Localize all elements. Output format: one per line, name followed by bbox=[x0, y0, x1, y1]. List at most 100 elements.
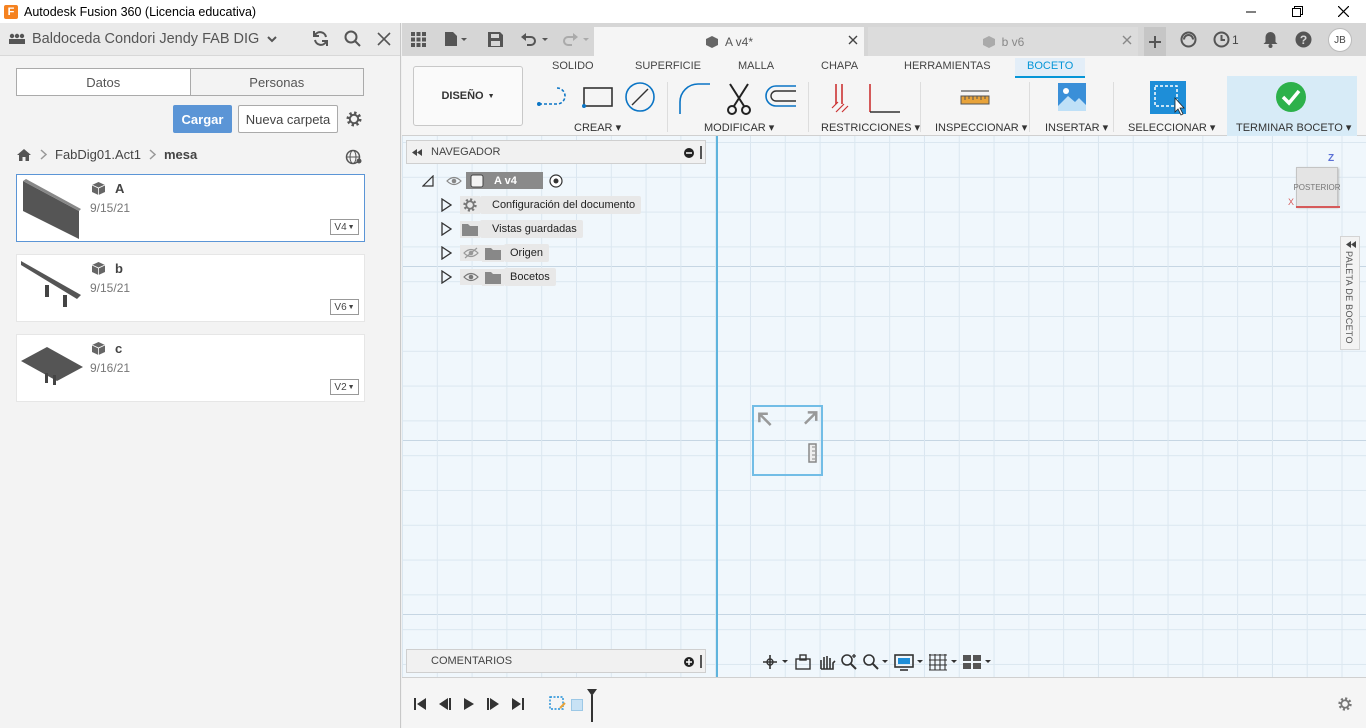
app-grid-icon[interactable] bbox=[411, 32, 426, 47]
fix-constraint-icon[interactable] bbox=[830, 82, 854, 114]
offset-icon[interactable] bbox=[762, 84, 798, 110]
tree-collapsed-icon[interactable] bbox=[440, 246, 452, 260]
group-inspeccionar[interactable]: INSPECCIONAR ▾ bbox=[935, 121, 1027, 134]
orbit-icon[interactable] bbox=[762, 654, 790, 670]
insert-image-icon[interactable] bbox=[1057, 82, 1087, 112]
home-icon[interactable] bbox=[16, 148, 32, 162]
scale-handle-icon[interactable] bbox=[808, 443, 817, 463]
group-insertar[interactable]: INSERTAR ▾ bbox=[1045, 121, 1108, 134]
close-window-button[interactable] bbox=[1320, 0, 1366, 23]
group-seleccionar[interactable]: SELECCIONAR ▾ bbox=[1128, 121, 1215, 134]
save-icon[interactable] bbox=[488, 32, 503, 47]
undo-icon[interactable] bbox=[520, 31, 550, 47]
grid-snaps-icon[interactable] bbox=[928, 653, 958, 671]
measure-ruler-icon[interactable] bbox=[960, 88, 990, 106]
panel-grip[interactable] bbox=[700, 146, 702, 159]
version-dropdown[interactable]: V2 ▼ bbox=[330, 379, 359, 395]
settings-gear-icon[interactable] bbox=[345, 110, 363, 128]
tab-herramientas[interactable]: HERRAMIENTAS bbox=[904, 60, 991, 72]
expand-left-icon[interactable] bbox=[1345, 240, 1357, 249]
comments-panel-header[interactable]: COMENTARIOS bbox=[406, 649, 706, 673]
tree-collapsed-icon[interactable] bbox=[440, 198, 452, 212]
group-modificar[interactable]: MODIFICAR ▾ bbox=[704, 121, 774, 134]
tab-boceto[interactable]: BOCETO bbox=[1015, 58, 1086, 78]
look-at-icon[interactable] bbox=[794, 654, 812, 670]
nav-item-saved-views[interactable]: Vistas guardadas bbox=[440, 220, 583, 238]
new-tab-icon[interactable] bbox=[1144, 27, 1166, 56]
collapse-left-icon[interactable] bbox=[411, 148, 423, 157]
help-icon[interactable]: ? bbox=[1295, 31, 1312, 48]
play-icon[interactable] bbox=[462, 697, 476, 711]
file-menu-icon[interactable] bbox=[444, 31, 468, 47]
minimize-panel-icon[interactable] bbox=[684, 148, 694, 158]
notifications-bell-icon[interactable] bbox=[1263, 31, 1278, 48]
sketch-selection-box[interactable] bbox=[752, 405, 823, 476]
add-comment-icon[interactable] bbox=[684, 657, 694, 667]
go-to-start-icon[interactable] bbox=[413, 697, 427, 711]
sketch-feature-icon[interactable] bbox=[548, 694, 568, 714]
feature-placeholder[interactable] bbox=[571, 699, 583, 711]
resize-handle-icon[interactable] bbox=[803, 409, 821, 427]
version-dropdown[interactable]: V6 ▼ bbox=[330, 299, 359, 315]
tab-solido[interactable]: SOLIDO bbox=[552, 60, 594, 72]
step-back-icon[interactable] bbox=[438, 697, 452, 711]
file-card-c[interactable]: c 9/16/21 V2 ▼ bbox=[16, 334, 365, 402]
user-avatar[interactable]: JB bbox=[1328, 28, 1352, 52]
tab-personas[interactable]: Personas bbox=[189, 69, 363, 95]
tab-superficie[interactable]: SUPERFICIE bbox=[635, 60, 701, 72]
step-forward-icon[interactable] bbox=[486, 697, 500, 711]
breadcrumb-project[interactable]: FabDig01.Act1 bbox=[55, 147, 141, 162]
zoom-window-icon[interactable] bbox=[862, 653, 890, 671]
redo-icon[interactable] bbox=[561, 31, 591, 47]
viewports-icon[interactable] bbox=[962, 653, 992, 671]
nav-item-sketches[interactable]: Bocetos bbox=[440, 268, 556, 286]
version-dropdown[interactable]: V4 ▼ bbox=[330, 219, 359, 235]
nav-root-row[interactable]: A v4 bbox=[422, 172, 563, 189]
close-panel-icon[interactable] bbox=[377, 32, 391, 46]
eye-icon[interactable] bbox=[460, 269, 482, 285]
search-icon[interactable] bbox=[344, 30, 361, 47]
doc-tab-b[interactable]: b v6 bbox=[868, 27, 1138, 56]
minimize-button[interactable] bbox=[1228, 0, 1274, 23]
new-folder-button[interactable]: Nueva carpeta bbox=[238, 105, 338, 133]
group-crear[interactable]: CREAR ▾ bbox=[574, 121, 621, 134]
tree-expanded-icon[interactable] bbox=[422, 174, 434, 187]
job-status[interactable]: 1 bbox=[1213, 31, 1239, 48]
nav-item-config[interactable]: Configuración del documento bbox=[440, 196, 642, 214]
display-settings-icon[interactable] bbox=[894, 653, 924, 671]
eye-hidden-icon[interactable] bbox=[460, 245, 482, 261]
chevron-down-icon[interactable] bbox=[267, 35, 278, 43]
file-card-b[interactable]: b 9/15/21 V6 ▼ bbox=[16, 254, 365, 322]
pan-hand-icon[interactable] bbox=[816, 653, 836, 671]
trim-scissors-icon[interactable] bbox=[724, 82, 754, 116]
tab-chapa[interactable]: CHAPA bbox=[821, 60, 858, 72]
browser-navigator-header[interactable]: NAVEGADOR bbox=[406, 140, 706, 164]
group-restricciones[interactable]: RESTRICCIONES ▾ bbox=[821, 121, 920, 134]
modeling-canvas[interactable] bbox=[402, 136, 1366, 677]
workspace-dropdown[interactable]: DISEÑO ▼ bbox=[413, 66, 523, 126]
tree-collapsed-icon[interactable] bbox=[440, 222, 452, 236]
root-component-label[interactable]: A v4 bbox=[466, 172, 543, 189]
resize-handle-icon[interactable] bbox=[756, 409, 774, 427]
file-card-a[interactable]: A 9/15/21 V4 ▼ bbox=[16, 174, 365, 242]
rectangle-icon[interactable] bbox=[582, 86, 614, 108]
viewcube[interactable]: POSTERIOR bbox=[1293, 167, 1341, 207]
nav-item-origin[interactable]: Origen bbox=[440, 244, 550, 262]
activate-radio-icon[interactable] bbox=[549, 173, 563, 188]
timeline-settings-gear-icon[interactable] bbox=[1337, 696, 1353, 712]
upload-button[interactable]: Cargar bbox=[173, 105, 232, 133]
finish-sketch-button[interactable]: TERMINAR BOCETO ▾ bbox=[1227, 76, 1357, 136]
tree-collapsed-icon[interactable] bbox=[440, 270, 452, 284]
tab-datos[interactable]: Datos bbox=[17, 69, 190, 95]
panel-grip[interactable] bbox=[700, 655, 702, 668]
team-name[interactable]: Baldoceda Condori Jendy FAB DIG bbox=[32, 31, 259, 47]
close-tab-icon[interactable] bbox=[848, 35, 858, 45]
go-to-end-icon[interactable] bbox=[511, 697, 525, 711]
perpendicular-constraint-icon[interactable] bbox=[866, 82, 902, 114]
select-window-icon[interactable] bbox=[1149, 80, 1187, 116]
breadcrumb-folder[interactable]: mesa bbox=[164, 147, 197, 162]
close-tab-icon[interactable] bbox=[1122, 35, 1132, 45]
circle-icon[interactable] bbox=[624, 81, 656, 113]
eye-icon[interactable] bbox=[446, 176, 462, 186]
extensions-icon[interactable] bbox=[1180, 31, 1197, 48]
